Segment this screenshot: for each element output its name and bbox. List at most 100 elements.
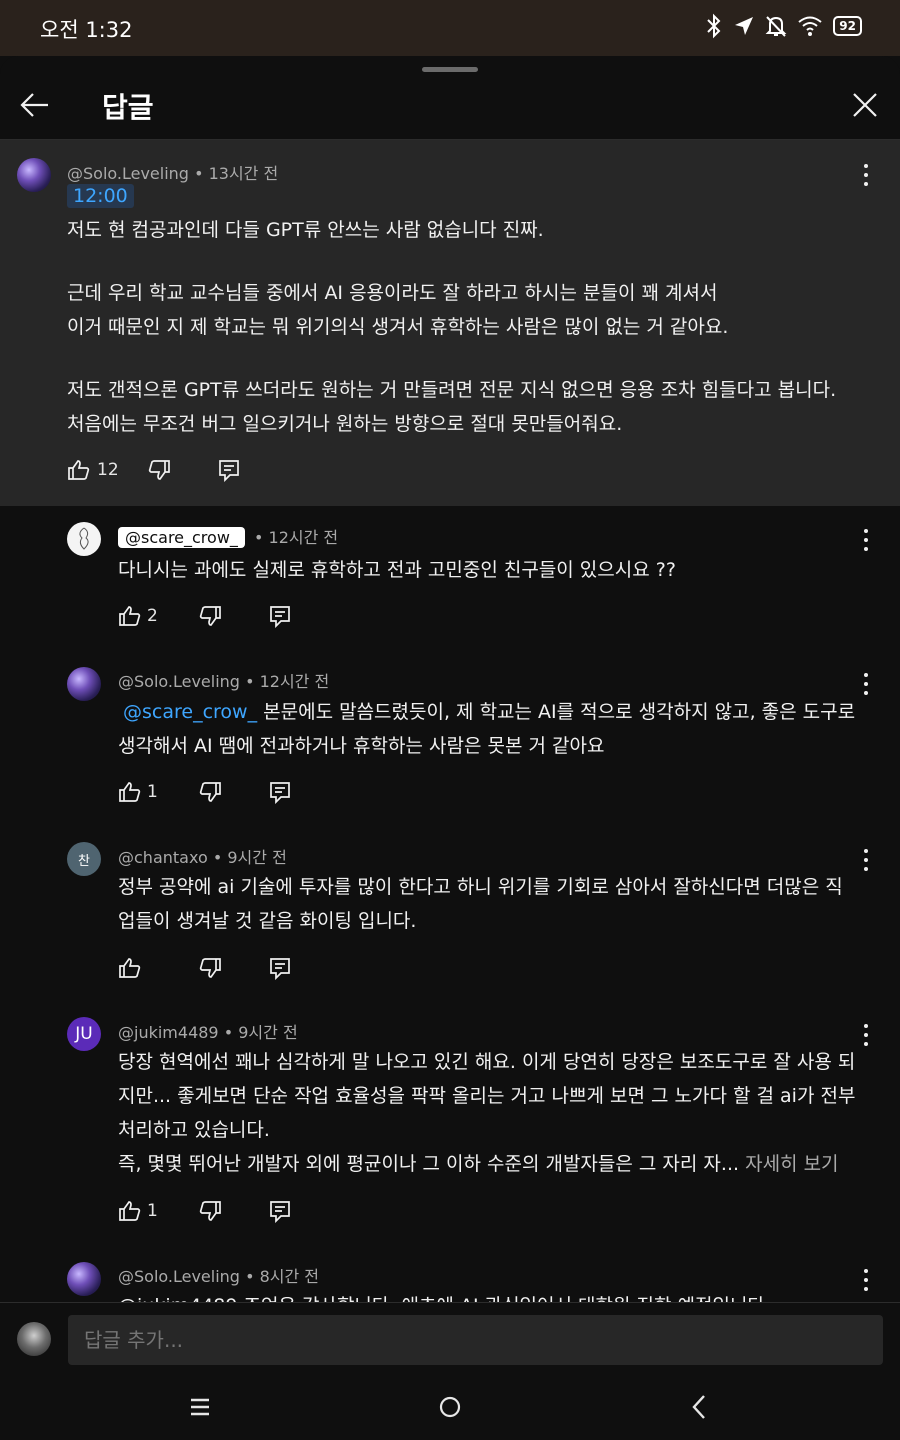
bell-off-icon — [765, 16, 787, 37]
parent-comment: @Solo.Leveling • 13시간 전 12:00 저도 현 컴공과인데… — [0, 140, 900, 506]
comment-actions: 2 — [118, 604, 318, 634]
separator-dot: • — [194, 164, 209, 183]
more-options-icon[interactable] — [861, 529, 871, 551]
more-options-icon[interactable] — [861, 673, 871, 695]
separator-dot: • — [223, 1023, 239, 1042]
recent-apps-icon[interactable] — [189, 1396, 211, 1418]
more-options-icon[interactable] — [861, 849, 871, 871]
comment-time: 13시간 전 — [208, 164, 279, 183]
dislike-icon[interactable] — [198, 780, 222, 804]
drag-handle[interactable] — [422, 67, 478, 72]
comment-text-line: 저도 현 컴공과인데 다들 GPT류 안쓰는 사람 없습니다 진짜. — [67, 219, 544, 241]
reply-input-bar — [0, 1302, 900, 1380]
avatar[interactable] — [67, 1262, 101, 1296]
status-time: 오전 1:32 — [40, 18, 133, 42]
location-arrow-icon — [735, 17, 754, 35]
timestamp-link[interactable]: 12:00 — [67, 184, 134, 208]
reply-input[interactable] — [68, 1315, 883, 1365]
author-handle[interactable]: @Solo.Leveling — [67, 164, 189, 183]
creator-author-chip[interactable]: @scare_crow_ — [118, 527, 245, 548]
comment-text-line: 처음에는 무조건 버그 일으키거나 원하는 방향으로 절대 못만들어줘요. — [67, 413, 623, 435]
comment-text-line: 근데 우리 학교 교수님들 중에서 AI 응용이라도 잘 하라고 하시는 분들이… — [67, 282, 718, 304]
comment-time: 9시간 전 — [227, 848, 287, 867]
system-back-icon[interactable] — [688, 1394, 710, 1420]
comment-actions: 1 — [118, 780, 318, 810]
comment-text: 본문에도 말씀드렸듯이, 제 학교는 AI를 적으로 생각하지 않고, 좋은 도… — [263, 701, 856, 723]
avatar[interactable]: JU — [67, 1017, 101, 1051]
page-title: 답글 — [102, 91, 154, 124]
close-icon[interactable] — [850, 90, 880, 120]
like-icon[interactable] — [118, 604, 142, 628]
comment-text-line: 즉, 몇몇 뛰어난 개발자 외에 평균이나 그 이하 수준의 개발자들은 그 자… — [118, 1147, 839, 1181]
header: 답글 — [0, 76, 900, 140]
author-handle[interactable]: @jukim4489 — [118, 1023, 219, 1042]
user-avatar[interactable] — [17, 1322, 51, 1356]
comment-text-line: 정부 공약에 ai 기술에 투자를 많이 한다고 하니 위기를 기회로 삼아서 … — [118, 876, 843, 898]
sketch-avatar-icon — [79, 527, 89, 550]
comment-time: 12시간 전 — [268, 528, 339, 547]
like-icon[interactable] — [67, 458, 91, 482]
dislike-icon[interactable] — [198, 1199, 222, 1223]
dislike-icon[interactable] — [147, 458, 171, 482]
comment-meta: @scare_crow_ • 12시간 전 — [118, 524, 338, 548]
comment-text: 즉, 몇몇 뛰어난 개발자 외에 평균이나 그 이하 수준의 개발자들은 그 자… — [118, 1153, 740, 1175]
more-options-icon[interactable] — [861, 1269, 871, 1291]
author-handle[interactable]: @Solo.Leveling — [118, 1267, 240, 1286]
comment-text-line: 생각해서 AI 땜에 전과하거나 휴학하는 사람은 못본 거 같아요 — [118, 735, 605, 757]
comment-actions: 1 — [118, 1199, 318, 1229]
system-nav-bar — [0, 1380, 900, 1440]
author-handle[interactable]: @chantaxo — [118, 848, 208, 867]
comment-text-line: 다니시는 과에도 실제로 휴학하고 전과 고민중인 친구들이 있으시요 ?? — [118, 559, 676, 581]
avatar[interactable] — [67, 522, 101, 556]
avatar[interactable] — [67, 667, 101, 701]
like-count: 1 — [147, 1201, 158, 1221]
reply-icon[interactable] — [217, 458, 241, 482]
comment-actions: 12 — [67, 458, 267, 488]
wifi-icon — [798, 16, 822, 36]
separator-dot: • — [254, 528, 269, 547]
comment-time: 8시간 전 — [259, 1267, 320, 1286]
dislike-icon[interactable] — [198, 604, 222, 628]
home-icon[interactable] — [438, 1395, 462, 1419]
like-count: 1 — [147, 782, 158, 802]
reply-icon[interactable] — [268, 956, 292, 980]
like-icon[interactable] — [118, 780, 142, 804]
bluetooth-icon — [707, 13, 721, 39]
avatar[interactable]: 찬 — [67, 842, 101, 876]
comment-meta: @Solo.Leveling • 13시간 전 — [67, 160, 278, 184]
comment-text-line: @scare_crow_ 본문에도 말씀드렸듯이, 제 학교는 AI를 적으로 … — [118, 695, 855, 729]
separator-dot: • — [245, 672, 260, 691]
comment-text-line: 업들이 생겨날 것 같음 화이팅 입니다. — [118, 910, 417, 932]
battery-indicator: 92 — [833, 16, 862, 36]
reply-icon[interactable] — [268, 604, 292, 628]
comment-text-line: 처리하고 있습니다. — [118, 1119, 270, 1141]
like-icon[interactable] — [118, 1199, 142, 1223]
replies-sheet: 답글 @Solo.Leveling • 13시간 전 12:00 저도 현 컴공… — [0, 56, 900, 1440]
comment-meta: @Solo.Leveling • 12시간 전 — [118, 668, 329, 692]
status-bar: 오전 1:32 92 — [0, 0, 900, 56]
like-count: 2 — [147, 606, 158, 626]
comment-text-line: 지만... 좋게보면 단순 작업 효율성을 팍팍 올리는 거고 나쁘게 보면 그… — [118, 1085, 856, 1107]
like-icon[interactable] — [118, 956, 142, 980]
comment-text-line: 당장 현역에선 꽤나 심각하게 말 나오고 있긴 해요. 이게 당연히 당장은 … — [118, 1051, 856, 1073]
read-more-link[interactable]: 자세히 보기 — [745, 1153, 838, 1175]
comment-meta: @chantaxo • 9시간 전 — [118, 844, 287, 868]
separator-dot: • — [245, 1267, 260, 1286]
comment-time: 9시간 전 — [238, 1023, 298, 1042]
comment-meta: @Solo.Leveling • 8시간 전 — [118, 1263, 319, 1287]
reply-icon[interactable] — [268, 1199, 292, 1223]
more-options-icon[interactable] — [861, 1024, 871, 1046]
comment-time: 12시간 전 — [259, 672, 330, 691]
author-handle[interactable]: @Solo.Leveling — [118, 672, 240, 691]
avatar[interactable] — [17, 158, 51, 192]
comment-text-line: 저도 갠적으론 GPT류 쓰더라도 원하는 거 만들려면 전문 지식 없으면 응… — [67, 379, 837, 401]
dislike-icon[interactable] — [198, 956, 222, 980]
mention-link[interactable]: @scare_crow_ — [123, 701, 257, 723]
reply-icon[interactable] — [268, 780, 292, 804]
comment-text-line: 이거 때문인 지 제 학교는 뭐 위기의식 생겨서 휴학하는 사람은 많이 없는… — [67, 316, 729, 338]
status-icons: 92 — [705, 13, 862, 39]
separator-dot: • — [212, 848, 228, 867]
more-options-icon[interactable] — [861, 164, 871, 186]
back-arrow-icon[interactable] — [18, 88, 52, 122]
like-count: 12 — [97, 460, 119, 480]
